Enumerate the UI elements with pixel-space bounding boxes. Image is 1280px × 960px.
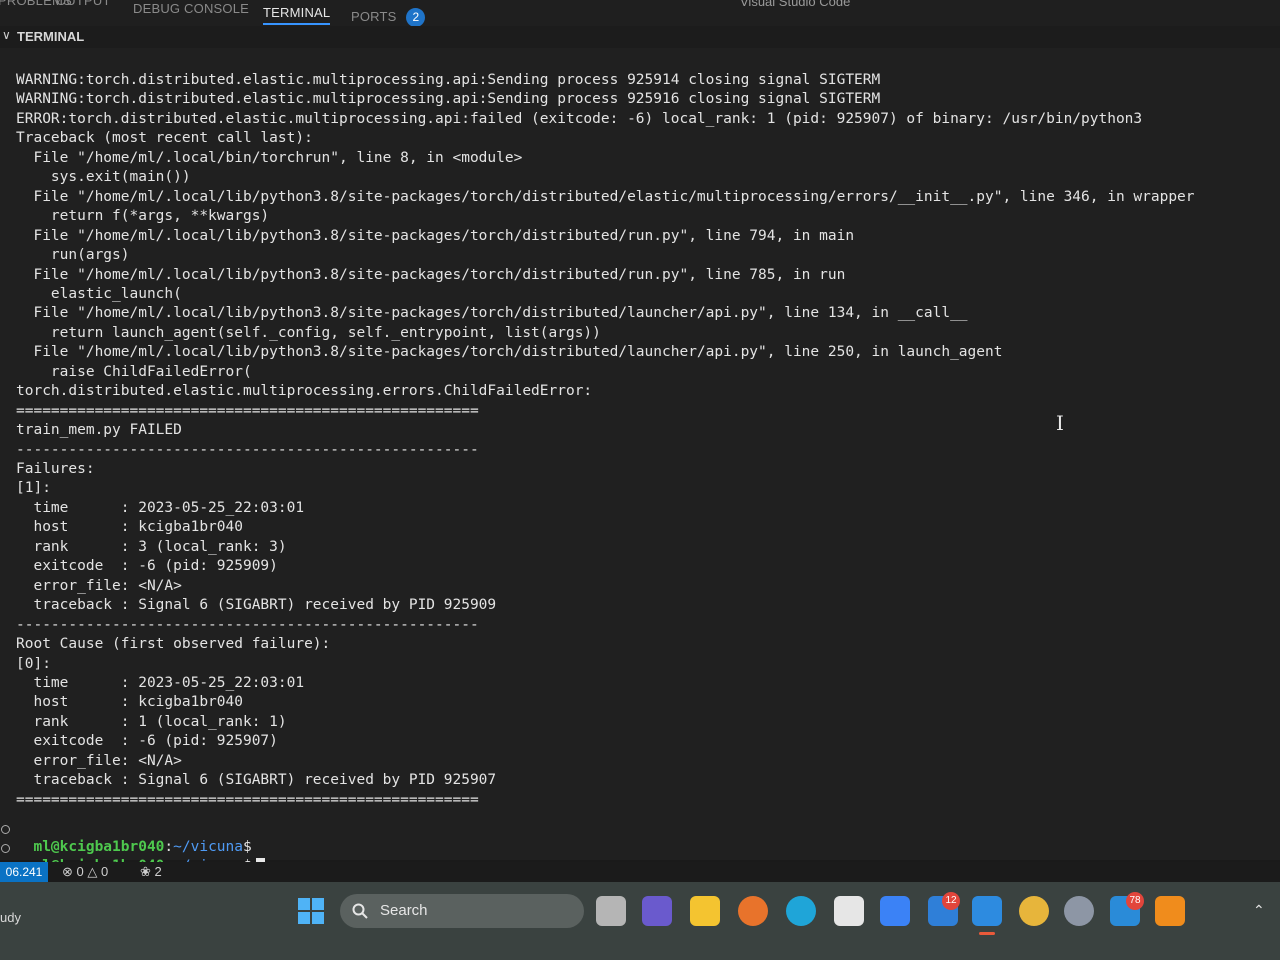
terminal-line: return f(*args, **kwargs) bbox=[16, 208, 270, 225]
tab-ports-label: PORTS bbox=[351, 8, 397, 24]
terminal-line: rank : 3 (local_rank: 3) bbox=[16, 538, 287, 555]
search-label: Search bbox=[380, 902, 428, 919]
settings-gear-icon[interactable] bbox=[1064, 896, 1094, 926]
terminal-section-header[interactable]: ∨ TERMINAL bbox=[0, 26, 1280, 48]
terminal-line: train_mem.py FAILED bbox=[16, 422, 182, 439]
terminal-line: WARNING:torch.distributed.elastic.multip… bbox=[16, 72, 881, 88]
mail-badge: 78 bbox=[1126, 892, 1144, 910]
mouse-ibeam-cursor-icon: I bbox=[1056, 411, 1064, 435]
terminal-line: File "/home/ml/.local/lib/python3.8/site… bbox=[16, 305, 968, 322]
terminal-line: [1]: bbox=[16, 480, 51, 497]
terminal-line: torch.distributed.elastic.multiprocessin… bbox=[16, 383, 593, 400]
chrome-icon[interactable] bbox=[1019, 896, 1049, 926]
terminal-line: host : kcigba1br040 bbox=[16, 694, 243, 711]
terminal-line: ----------------------------------------… bbox=[16, 441, 479, 458]
windows-taskbar: udy Search 12 78 ⌃ bbox=[0, 882, 1280, 960]
terminal-line: Root Cause (first observed failure): bbox=[16, 636, 331, 653]
error-count: 0 bbox=[76, 864, 84, 879]
command-status-icon[interactable] bbox=[1, 825, 10, 834]
terminal-line: File "/home/ml/.local/lib/python3.8/site… bbox=[16, 266, 846, 283]
store-icon[interactable] bbox=[834, 896, 864, 926]
terminal-line: time : 2023-05-25_22:03:01 bbox=[16, 674, 305, 691]
terminal-line: error_file: <N/A> bbox=[16, 577, 182, 594]
terminal-line: traceback : Signal 6 (SIGABRT) received … bbox=[16, 772, 497, 789]
terminal-line: elastic_launch( bbox=[16, 285, 182, 302]
terminal-line: ========================================… bbox=[16, 402, 479, 419]
vlc-icon[interactable] bbox=[1155, 896, 1185, 926]
tab-ports[interactable]: PORTS 2 bbox=[351, 8, 426, 27]
terminal-line: exitcode : -6 (pid: 925909) bbox=[16, 558, 278, 575]
teams-badge: 12 bbox=[942, 892, 960, 910]
tab-output[interactable]: OUTPUT bbox=[56, 0, 111, 8]
command-status-icon[interactable] bbox=[1, 844, 10, 853]
vscode-icon[interactable] bbox=[972, 896, 1002, 926]
terminal-line: ERROR:torch.distributed.elastic.multipro… bbox=[16, 110, 1143, 127]
terminal-line: Failures: bbox=[16, 461, 95, 477]
terminal-line: ----------------------------------------… bbox=[16, 616, 479, 633]
tab-terminal[interactable]: TERMINAL bbox=[263, 5, 331, 25]
tab-debug-console[interactable]: DEBUG CONSOLE bbox=[133, 1, 249, 16]
firefox-icon[interactable] bbox=[738, 896, 768, 926]
ports-status-count: 2 bbox=[154, 864, 162, 879]
terminal-line: return launch_agent(self._config, self._… bbox=[16, 324, 601, 341]
terminal-line: File "/home/ml/.local/lib/python3.8/site… bbox=[16, 227, 855, 244]
ports-count-badge: 2 bbox=[406, 8, 426, 27]
chevron-down-icon[interactable]: ∨ bbox=[2, 28, 11, 42]
file-explorer-icon[interactable] bbox=[690, 896, 720, 926]
broadcast-icon: ❀ bbox=[140, 864, 151, 879]
active-app-indicator bbox=[979, 932, 995, 935]
terminal-section-title: TERMINAL bbox=[17, 29, 85, 44]
terminal-line: rank : 1 (local_rank: 1) bbox=[16, 713, 287, 730]
taskbar-search[interactable]: Search bbox=[340, 894, 584, 928]
task-view-icon[interactable] bbox=[596, 896, 626, 926]
ports-status[interactable]: ❀ 2 bbox=[140, 864, 162, 880]
search-icon bbox=[352, 903, 368, 919]
chevron-up-icon[interactable]: ⌃ bbox=[1253, 902, 1265, 919]
terminal-line: File "/home/ml/.local/bin/torchrun", lin… bbox=[16, 149, 523, 166]
window-title: Visual Studio Code bbox=[740, 0, 851, 9]
terminal-line: File "/home/ml/.local/lib/python3.8/site… bbox=[16, 188, 1195, 205]
windows-start-icon[interactable] bbox=[296, 896, 326, 926]
terminal-line: WARNING:torch.distributed.elastic.multip… bbox=[16, 91, 881, 108]
status-bar: 06.241 ⊗ 0 △ 0 ❀ 2 bbox=[0, 862, 1280, 882]
error-icon: ⊗ bbox=[62, 864, 73, 879]
terminal-line: time : 2023-05-25_22:03:01 bbox=[16, 499, 305, 516]
terminal-line: run(args) bbox=[16, 247, 130, 264]
warning-icon: △ bbox=[87, 864, 98, 879]
terminal-line: exitcode : -6 (pid: 925907) bbox=[16, 733, 278, 750]
teams-chat-icon[interactable] bbox=[642, 896, 672, 926]
terminal-line: Traceback (most recent call last): bbox=[16, 130, 313, 147]
terminal-line: ========================================… bbox=[16, 791, 479, 808]
panel-tab-strip: PROBLEMS OUTPUT DEBUG CONSOLE TERMINAL P… bbox=[0, 0, 1280, 27]
problems-status[interactable]: ⊗ 0 △ 0 bbox=[62, 864, 108, 880]
terminal-line: error_file: <N/A> bbox=[16, 752, 182, 769]
terminal-line: File "/home/ml/.local/lib/python3.8/site… bbox=[16, 344, 1003, 361]
copilot-icon[interactable] bbox=[880, 896, 910, 926]
weather-widget[interactable]: udy bbox=[0, 910, 21, 925]
terminal-line: [0]: bbox=[16, 655, 51, 672]
remote-indicator[interactable]: 06.241 bbox=[0, 862, 48, 882]
terminal-line: sys.exit(main()) bbox=[16, 169, 191, 186]
warning-count: 0 bbox=[101, 864, 109, 879]
terminal-line: host : kcigba1br040 bbox=[16, 519, 243, 536]
terminal-line: traceback : Signal 6 (SIGABRT) received … bbox=[16, 597, 497, 614]
edge-icon[interactable] bbox=[786, 896, 816, 926]
terminal-line: raise ChildFailedError( bbox=[16, 363, 252, 380]
